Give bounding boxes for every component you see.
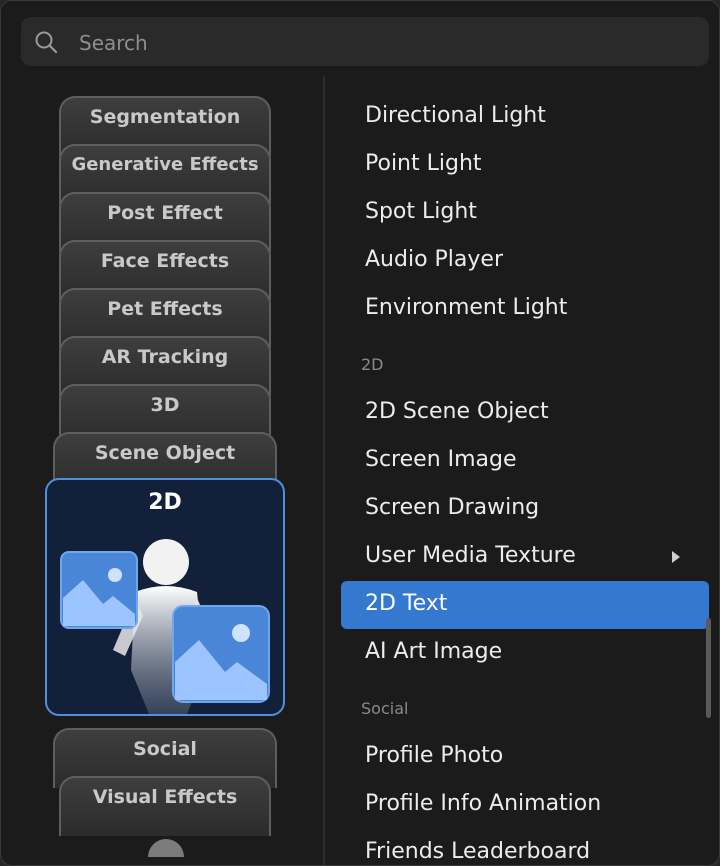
list-item-user-media-texture[interactable]: User Media Texture bbox=[365, 536, 576, 576]
list-item-screen-drawing[interactable]: Screen Drawing bbox=[365, 488, 539, 528]
submenu-arrow-icon bbox=[672, 551, 680, 563]
category-label: Pet Effects bbox=[107, 298, 223, 320]
list-item-spot-light[interactable]: Spot Light bbox=[365, 192, 477, 232]
list-item-ai-art-image[interactable]: AI Art Image bbox=[365, 632, 502, 672]
section-header-2d: 2D bbox=[361, 355, 384, 374]
category-label: Post Effect bbox=[107, 202, 223, 224]
category-label: Segmentation bbox=[89, 106, 241, 128]
category-label: Visual Effects bbox=[92, 786, 238, 808]
list-item-friends-leaderboard[interactable]: Friends Leaderboard bbox=[365, 832, 590, 865]
list-item-profile-photo[interactable]: Profile Photo bbox=[365, 736, 503, 776]
search-icon bbox=[35, 31, 58, 54]
search-input[interactable] bbox=[77, 25, 701, 60]
list-item-2d-scene-object[interactable]: 2D Scene Object bbox=[365, 392, 549, 432]
category-label: 3D bbox=[150, 394, 180, 416]
asset-picker-panel: Segmentation Generative Effects Post Eff… bbox=[0, 0, 720, 866]
section-header-social: Social bbox=[361, 699, 409, 718]
list-item-directional-light[interactable]: Directional Light bbox=[365, 96, 546, 136]
list-item-environment-light[interactable]: Environment Light bbox=[365, 288, 567, 328]
list-scrollbar[interactable] bbox=[706, 618, 711, 718]
category-label: Face Effects bbox=[100, 250, 230, 272]
list-item-point-light[interactable]: Point Light bbox=[365, 144, 482, 184]
list-item-2d-text[interactable]: 2D Text bbox=[365, 584, 447, 624]
list-item-profile-info-animation[interactable]: Profile Info Animation bbox=[365, 784, 601, 824]
pane-divider bbox=[323, 76, 325, 865]
search-bar[interactable] bbox=[21, 17, 709, 66]
category-label: Scene Object bbox=[94, 442, 236, 464]
partial-card-icon bbox=[148, 839, 184, 857]
2d-illustration-icon bbox=[60, 539, 270, 714]
list-item-audio-player[interactable]: Audio Player bbox=[365, 240, 503, 280]
category-label: AR Tracking bbox=[101, 346, 229, 368]
category-label: Social bbox=[133, 738, 197, 760]
category-label: Generative Effects bbox=[71, 154, 259, 175]
list-item-screen-image[interactable]: Screen Image bbox=[365, 440, 517, 480]
category-card-2d-selected[interactable]: 2D bbox=[45, 478, 285, 716]
